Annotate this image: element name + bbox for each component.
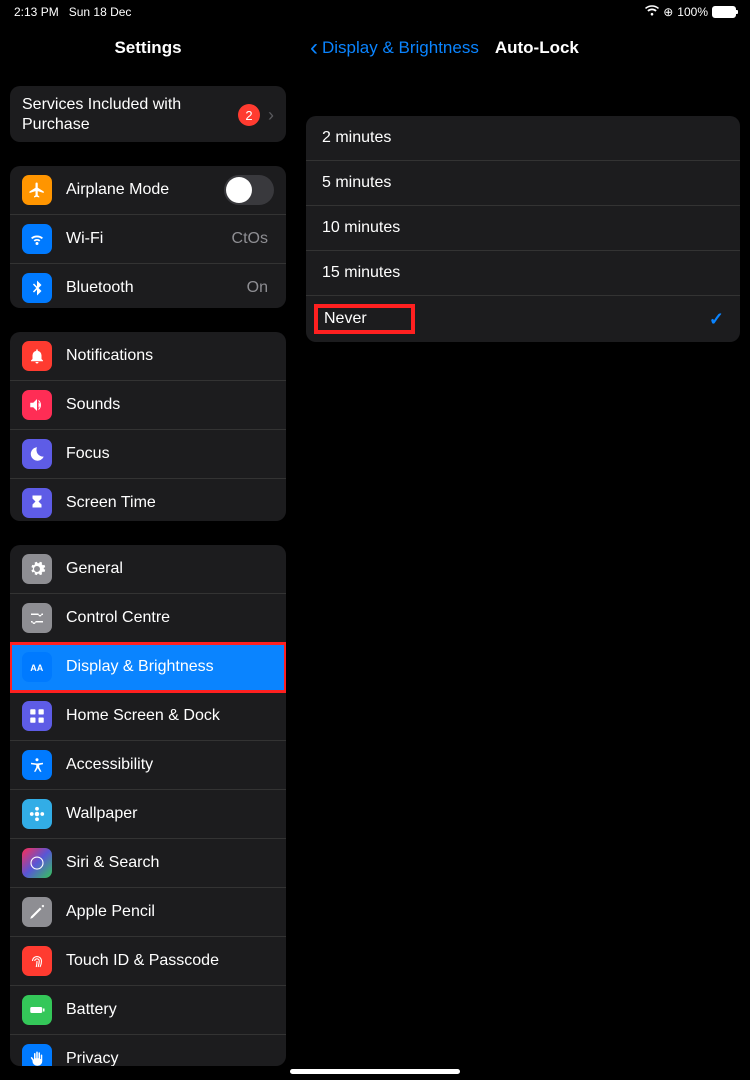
row-focus[interactable]: Focus [10,430,286,479]
bluetooth-icon [22,273,52,303]
row-airplane[interactable]: Airplane Mode [10,166,286,215]
siri-icon [22,848,52,878]
row-siri[interactable]: Siri & Search [10,839,286,888]
hourglass-icon [22,488,52,518]
row-wifi[interactable]: Wi-Fi CtOs [10,215,286,264]
option-label: 5 minutes [322,174,391,192]
focus-label: Focus [66,445,274,463]
row-display-brightness[interactable]: AA Display & Brightness [10,643,286,692]
screentime-label: Screen Time [66,494,274,512]
bluetooth-label: Bluetooth [66,279,247,297]
autolock-options: 2 minutes 5 minutes 10 minutes 15 minute… [306,116,740,342]
row-controlcentre[interactable]: Control Centre [10,594,286,643]
notifications-label: Notifications [66,347,274,365]
wifi-label: Wi-Fi [66,230,232,248]
grid-icon [22,701,52,731]
siri-label: Siri & Search [66,854,274,872]
option-never[interactable]: Never ✓ [306,296,740,342]
chevron-right-icon: › [268,105,274,126]
status-date: Sun 18 Dec [69,5,132,19]
row-general[interactable]: General [10,545,286,594]
svg-text:AA: AA [30,662,43,672]
detail-header: ‹ Display & Brightness Auto-Lock [306,24,740,82]
row-pencil[interactable]: Apple Pencil [10,888,286,937]
row-screentime[interactable]: Screen Time [10,479,286,521]
services-badge: 2 [238,104,260,126]
airplane-toggle[interactable] [224,175,274,205]
row-services[interactable]: Services Included with Purchase 2 › [10,86,286,142]
services-label: Services Included with Purchase [22,95,238,135]
moon-icon [22,439,52,469]
row-sounds[interactable]: Sounds [10,381,286,430]
hand-icon [22,1044,52,1066]
bluetooth-value: On [247,279,268,297]
battery-percent: 100% [677,5,708,19]
row-battery[interactable]: Battery [10,986,286,1035]
option-label: Never [314,304,415,334]
row-bluetooth[interactable]: Bluetooth On [10,264,286,307]
touchid-label: Touch ID & Passcode [66,952,274,970]
group-connectivity: Airplane Mode Wi-Fi CtOs Bluetooth On [10,166,286,307]
settings-sidebar: Settings Services Included with Purchase… [0,24,296,1080]
accessibility-icon [22,750,52,780]
row-wallpaper[interactable]: Wallpaper [10,790,286,839]
battery-label: Battery [66,1001,274,1019]
sidebar-title: Settings [0,24,296,76]
option-label: 10 minutes [322,219,400,237]
checkmark-icon: ✓ [709,309,724,330]
sliders-icon [22,603,52,633]
home-indicator[interactable] [290,1069,460,1074]
detail-panel: ‹ Display & Brightness Auto-Lock 2 minut… [296,24,750,1080]
option-label: 15 minutes [322,264,400,282]
option-15min[interactable]: 15 minutes [306,251,740,296]
option-10min[interactable]: 10 minutes [306,206,740,251]
display-label: Display & Brightness [66,658,274,676]
battery-icon [712,6,736,18]
pencil-icon [22,897,52,927]
flower-icon [22,799,52,829]
group-system: General Control Centre AA Display & Brig… [10,545,286,1066]
rotation-lock-icon: ⊕ [663,5,673,19]
back-button[interactable]: Display & Brightness [322,38,479,58]
homescreen-label: Home Screen & Dock [66,707,274,725]
general-label: General [66,560,274,578]
bell-icon [22,341,52,371]
accessibility-label: Accessibility [66,756,274,774]
group-services: Services Included with Purchase 2 › [10,86,286,142]
option-5min[interactable]: 5 minutes [306,161,740,206]
text-size-icon: AA [22,652,52,682]
row-notifications[interactable]: Notifications [10,332,286,381]
row-privacy[interactable]: Privacy [10,1035,286,1066]
sounds-label: Sounds [66,396,274,414]
row-homescreen[interactable]: Home Screen & Dock [10,692,286,741]
airplane-icon [22,175,52,205]
option-2min[interactable]: 2 minutes [306,116,740,161]
pencil-label: Apple Pencil [66,903,274,921]
option-label: 2 minutes [322,129,391,147]
group-alerts: Notifications Sounds Focus Screen Time [10,332,286,521]
gear-icon [22,554,52,584]
chevron-left-icon[interactable]: ‹ [310,36,318,60]
status-bar: 2:13 PM Sun 18 Dec ⊕ 100% [0,0,750,24]
row-accessibility[interactable]: Accessibility [10,741,286,790]
detail-title: Auto-Lock [495,38,579,58]
battery-row-icon [22,995,52,1025]
wifi-settings-icon [22,224,52,254]
wifi-icon [645,5,659,20]
speaker-icon [22,390,52,420]
airplane-label: Airplane Mode [66,181,224,199]
wallpaper-label: Wallpaper [66,805,274,823]
fingerprint-icon [22,946,52,976]
wifi-value: CtOs [232,230,268,248]
controlcentre-label: Control Centre [66,609,274,627]
privacy-label: Privacy [66,1050,274,1066]
status-time: 2:13 PM [14,5,59,19]
row-touchid[interactable]: Touch ID & Passcode [10,937,286,986]
